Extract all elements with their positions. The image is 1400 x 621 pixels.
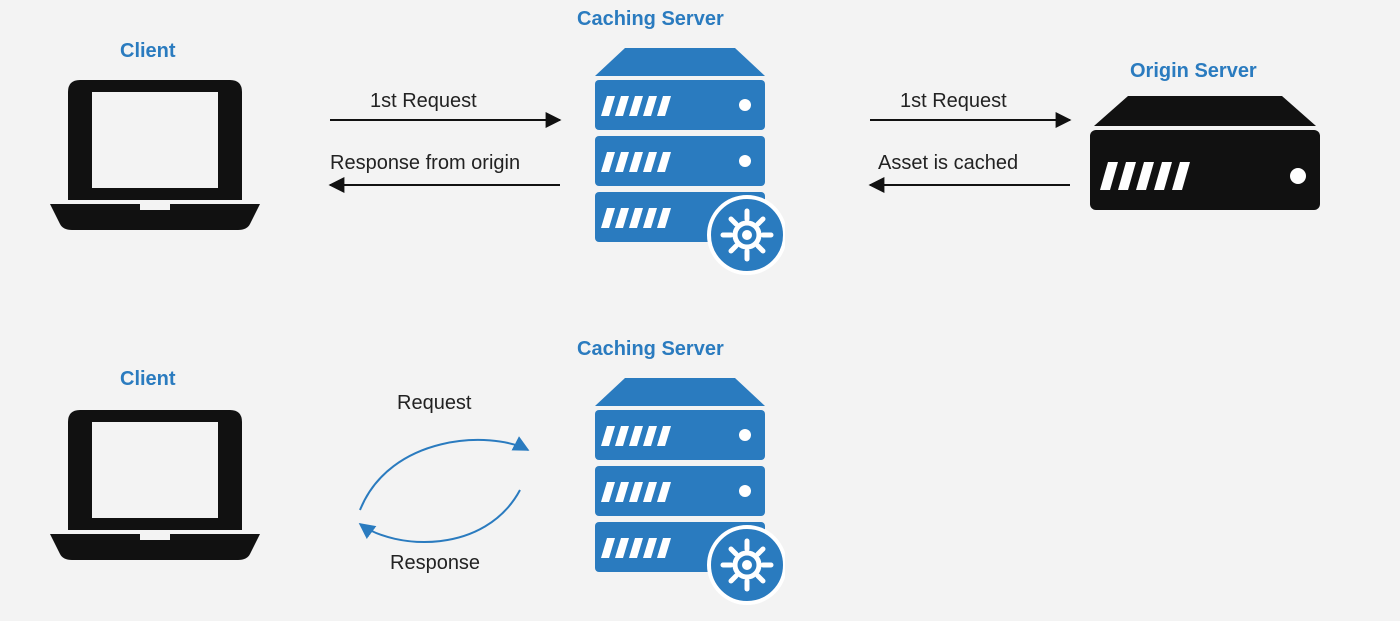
label-cache-to-origin: 1st Request (900, 90, 1007, 113)
label-client-to-cache: 1st Request (370, 90, 477, 113)
label-loop-response: Response (390, 552, 480, 575)
loop-arrow-request (360, 440, 528, 510)
arrows-layer (0, 0, 1400, 621)
label-origin-to-cache: Asset is cached (878, 152, 1018, 175)
label-loop-request: Request (397, 392, 472, 415)
diagram-stage: Client Caching Server Origin Server Clie… (0, 0, 1400, 621)
loop-arrow-response (360, 490, 520, 542)
label-cache-to-client: Response from origin (330, 152, 520, 175)
